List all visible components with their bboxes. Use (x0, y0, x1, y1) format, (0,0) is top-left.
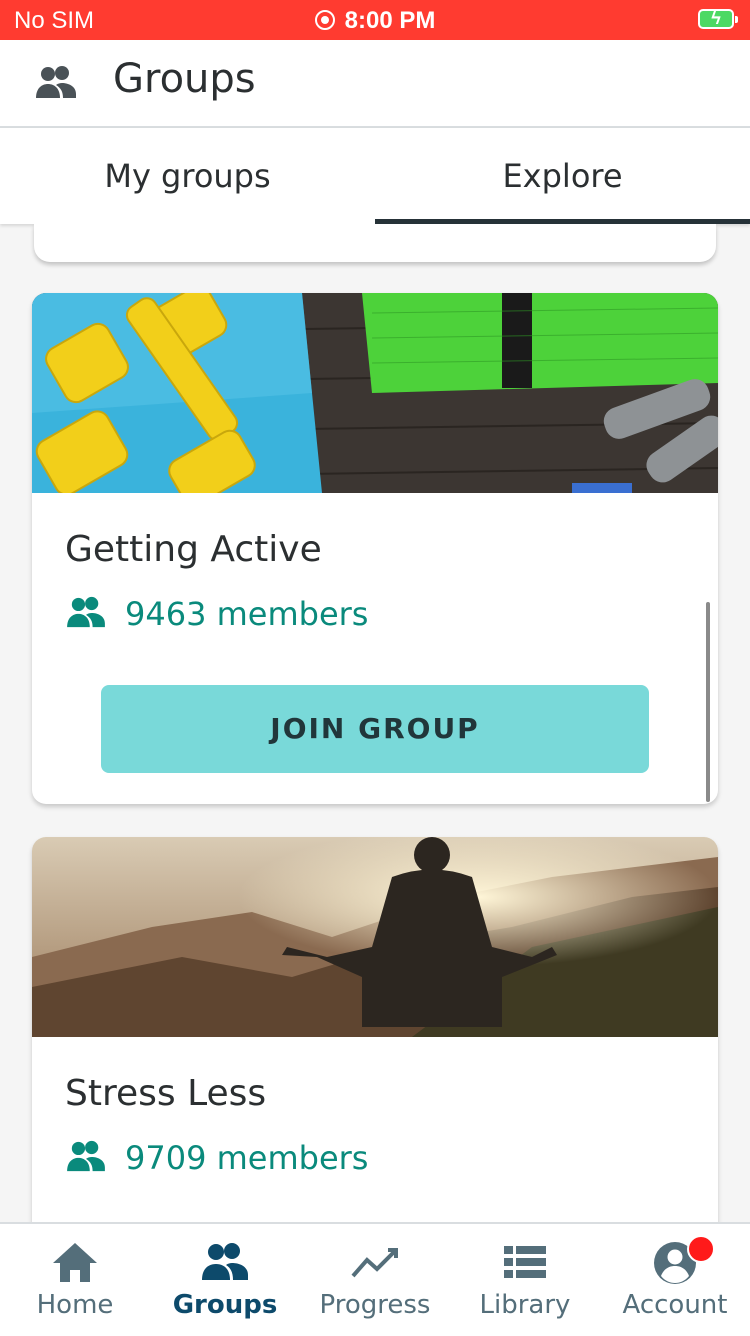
nav-account[interactable]: Account (600, 1224, 750, 1336)
trend-line-icon (351, 1248, 398, 1278)
notification-badge (687, 1235, 715, 1263)
group-tabs: My groups Explore (0, 128, 750, 224)
scrollbar[interactable] (706, 602, 710, 802)
nav-home-label: Home (36, 1290, 114, 1320)
app-header: Groups (0, 40, 750, 128)
people-icon (67, 596, 105, 628)
group-card-getting-active[interactable]: Getting Active 9463 members JOIN GROUP (32, 293, 718, 804)
fitness-equipment-photo (32, 293, 718, 493)
join-group-button[interactable]: JOIN GROUP (101, 685, 649, 773)
nav-library-label: Library (479, 1290, 571, 1320)
people-icon (67, 1140, 105, 1172)
nav-home[interactable]: Home (0, 1224, 150, 1336)
group-name: Getting Active (65, 529, 322, 570)
list-icon (504, 1246, 546, 1278)
member-count: 9463 members (65, 595, 368, 633)
previous-card-edge (34, 224, 716, 262)
nav-groups-label: Groups (172, 1290, 278, 1320)
member-count: 9709 members (65, 1139, 368, 1177)
member-count-label: 9463 members (125, 595, 369, 633)
time-label: 8:00 PM (344, 7, 436, 34)
status-bar: No SIM 8:00 PM ϟ (0, 0, 750, 40)
group-list[interactable]: Getting Active 9463 members JOIN GROUP S… (0, 224, 750, 1222)
people-icon (202, 1243, 248, 1280)
nav-groups[interactable]: Groups (150, 1224, 300, 1336)
nav-progress-label: Progress (319, 1290, 431, 1320)
status-time: 8:00 PM (0, 7, 750, 35)
group-card-stress-less[interactable]: Stress Less 9709 members (32, 837, 718, 1222)
people-icon (36, 66, 76, 98)
page-title: Groups (113, 56, 256, 102)
tab-explore[interactable]: Explore (375, 128, 750, 224)
bottom-navigation: Home Groups Progress Library Account (0, 1222, 750, 1336)
meditation-mountain-photo (32, 837, 718, 1037)
nav-progress[interactable]: Progress (300, 1224, 450, 1336)
tab-my-groups[interactable]: My groups (0, 128, 375, 224)
battery-icon: ϟ (698, 8, 738, 29)
member-count-label: 9709 members (125, 1139, 369, 1177)
home-icon (53, 1243, 97, 1282)
recording-icon (314, 10, 335, 30)
nav-library[interactable]: Library (450, 1224, 600, 1336)
group-name: Stress Less (65, 1073, 267, 1114)
nav-account-label: Account (622, 1290, 728, 1320)
